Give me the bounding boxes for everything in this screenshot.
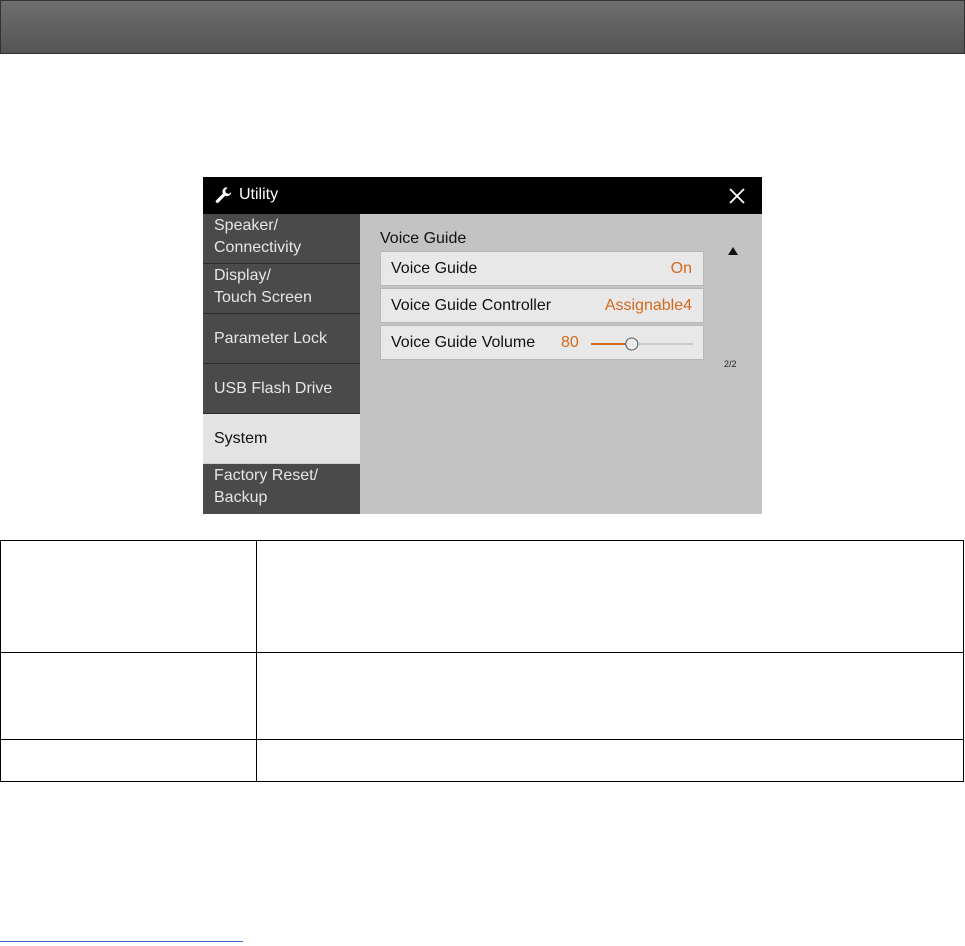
sidebar-item-display-touch-screen[interactable]: Display/ Touch Screen	[203, 264, 360, 314]
row-label: Voice Guide Controller	[391, 297, 552, 314]
close-icon[interactable]	[726, 183, 748, 207]
sidebar: Speaker/ Connectivity Display/ Touch Scr…	[203, 214, 360, 514]
utility-screen: Utility Speaker/ Connectivity Display/ T…	[203, 177, 762, 514]
volume-slider[interactable]	[589, 335, 695, 353]
voice-guide-volume-value: 80	[561, 334, 579, 351]
page-indicator: 2/2	[724, 359, 737, 369]
content-panel: Voice Guide Voice Guide On Voice Guide C…	[360, 214, 762, 514]
link-underline	[0, 941, 243, 942]
table-cell	[256, 540, 964, 653]
voice-guide-controller-value: Assignable4	[604, 297, 692, 314]
sidebar-item-label: USB Flash Drive	[214, 379, 333, 397]
section-title: Voice Guide	[380, 230, 467, 247]
close-button[interactable]	[726, 183, 748, 207]
slider-knob	[625, 337, 639, 351]
sidebar-item-label: Speaker/ Connectivity	[214, 217, 302, 256]
top-banner	[0, 0, 965, 54]
row-label: Voice Guide Volume	[391, 334, 536, 351]
triangle-up-icon	[728, 247, 738, 255]
scroll-up-button[interactable]	[727, 246, 739, 256]
sidebar-item-factory-reset-backup[interactable]: Factory Reset/ Backup	[203, 464, 360, 514]
voice-guide-row[interactable]: Voice Guide On	[380, 251, 704, 286]
table-row	[0, 652, 964, 740]
sidebar-item-label: Display/ Touch Screen	[214, 267, 312, 306]
table-cell	[0, 739, 257, 782]
table-cell	[256, 652, 964, 740]
sidebar-item-label: Factory Reset/ Backup	[214, 467, 319, 506]
table-cell	[0, 540, 257, 653]
table-row	[0, 540, 964, 653]
wrench-icon	[213, 185, 233, 205]
description-table	[0, 540, 964, 782]
titlebar: Utility	[203, 177, 762, 214]
sidebar-item-parameter-lock[interactable]: Parameter Lock	[203, 314, 360, 364]
voice-guide-controller-row[interactable]: Voice Guide Controller Assignable4	[380, 288, 704, 323]
table-cell	[0, 652, 257, 740]
window-title: Utility	[239, 186, 279, 203]
sidebar-item-usb-flash-drive[interactable]: USB Flash Drive	[203, 364, 360, 414]
voice-guide-value: On	[670, 260, 692, 277]
sidebar-item-label: Parameter Lock	[214, 329, 327, 347]
sidebar-item-label: System	[214, 429, 268, 447]
sidebar-item-speaker-connectivity[interactable]: Speaker/ Connectivity	[203, 214, 360, 264]
sidebar-item-system[interactable]: System	[203, 414, 360, 464]
voice-guide-volume-row[interactable]: Voice Guide Volume 80	[380, 325, 704, 360]
row-label: Voice Guide	[391, 260, 478, 277]
table-row	[0, 739, 964, 782]
table-cell	[256, 739, 964, 782]
